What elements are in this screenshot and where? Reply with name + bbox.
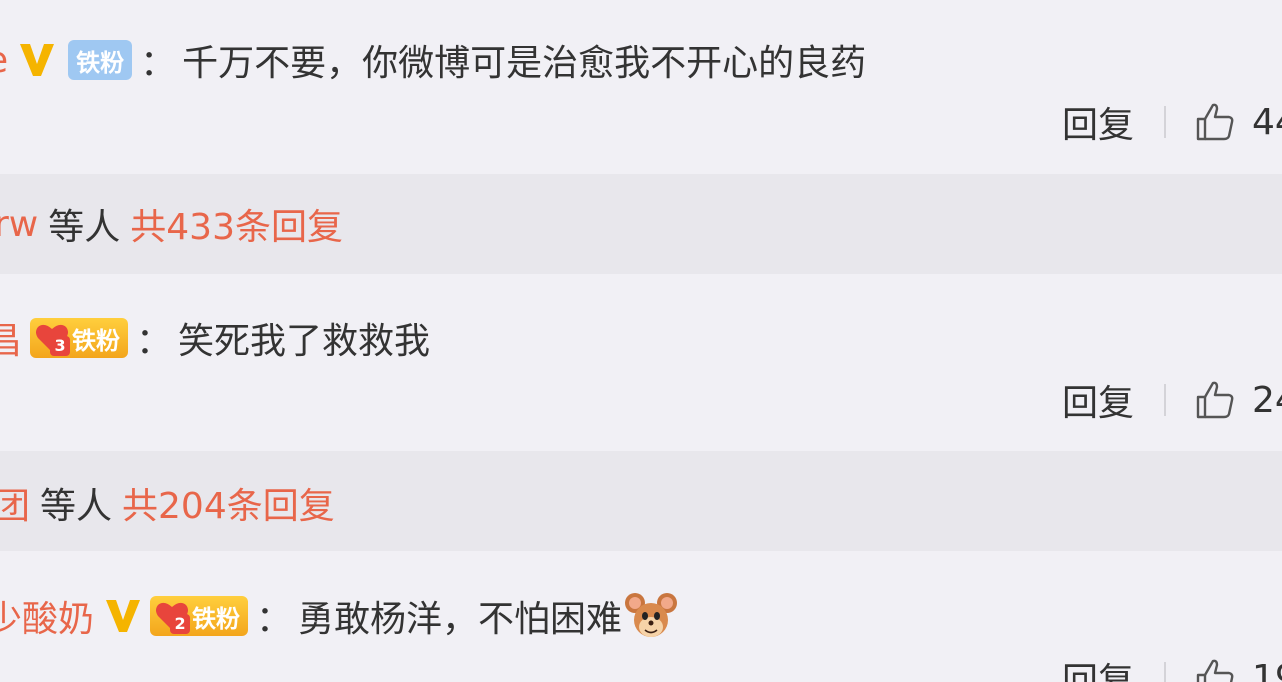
comment-text: 千万不要，你微博可是治愈我不开心的良药 bbox=[182, 43, 867, 84]
like-count: 24 bbox=[1252, 379, 1282, 421]
like-button[interactable]: 19 bbox=[1194, 657, 1282, 682]
comment-header: e 铁粉 ： 千万不要，你微博可是治愈我不开心的良药 bbox=[0, 30, 866, 90]
verified-v-icon bbox=[106, 600, 141, 632]
weibo-comment-list: e 铁粉 ： 千万不要，你微博可是治愈我不开心的良药 回复 44 rw 等人 共… bbox=[0, 0, 1282, 682]
reply-button[interactable]: 回复 bbox=[1062, 96, 1134, 148]
like-count: 19 bbox=[1252, 657, 1282, 682]
comment-header: 昌 3 铁粉 ： 笑死我了救救我 bbox=[0, 308, 430, 368]
reply-summary-bar: 团 等人 共204条回复 bbox=[0, 451, 1282, 551]
thumbs-up-icon bbox=[1196, 381, 1234, 419]
reply-summary-user[interactable]: rw bbox=[0, 204, 38, 245]
reply-summary-etc: 等人 bbox=[40, 486, 113, 527]
action-divider bbox=[1164, 106, 1167, 138]
fan-level: 3 bbox=[50, 336, 71, 356]
fan-badge[interactable]: 2 铁粉 bbox=[150, 596, 249, 636]
jerry-mouse-emoji-icon bbox=[625, 593, 678, 637]
comment-actions: 回复 44 bbox=[1062, 94, 1282, 150]
fan-badge[interactable]: 铁粉 bbox=[68, 40, 133, 80]
comment-text: 笑死我了救救我 bbox=[178, 321, 431, 362]
comment-text: 勇敢杨洋，不怕困难 bbox=[298, 599, 623, 640]
like-count: 44 bbox=[1252, 101, 1282, 143]
thumbs-up-icon bbox=[1196, 103, 1234, 141]
reply-button[interactable]: 回复 bbox=[1062, 652, 1134, 682]
comment-username[interactable]: 昌 bbox=[0, 312, 22, 364]
reply-summary: rw 等人 共433条回复 bbox=[0, 194, 343, 254]
comment-actions: 回复 24 bbox=[1062, 372, 1282, 428]
verified-v-icon bbox=[20, 44, 55, 76]
comment-colon: ： bbox=[256, 599, 293, 640]
fan-badge-label: 铁粉 bbox=[72, 326, 121, 355]
fan-level-icon: 3 bbox=[34, 320, 71, 356]
action-divider bbox=[1164, 662, 1167, 682]
comment-actions: 回复 19 bbox=[1062, 650, 1282, 682]
action-divider bbox=[1164, 384, 1167, 416]
reply-summary-bar: rw 等人 共433条回复 bbox=[0, 174, 1282, 274]
fan-badge[interactable]: 3 铁粉 bbox=[30, 318, 129, 358]
fan-level: 2 bbox=[170, 614, 191, 634]
comment-username[interactable]: 少酸奶 bbox=[0, 590, 94, 642]
reply-summary-total-link[interactable]: 共204条回复 bbox=[122, 477, 335, 529]
comment-colon: ： bbox=[140, 43, 177, 84]
comment-header: 少酸奶 2 铁粉 ： 勇敢杨洋，不怕困难 bbox=[0, 586, 678, 646]
reply-summary: 团 等人 共204条回复 bbox=[0, 473, 335, 533]
thumbs-up-icon bbox=[1196, 659, 1234, 682]
fan-level-icon: 2 bbox=[154, 598, 191, 634]
fan-badge-label: 铁粉 bbox=[192, 604, 241, 633]
comment-colon: ： bbox=[136, 321, 173, 362]
like-button[interactable]: 24 bbox=[1194, 379, 1282, 421]
like-button[interactable]: 44 bbox=[1194, 101, 1282, 143]
reply-button[interactable]: 回复 bbox=[1062, 374, 1134, 426]
reply-summary-etc: 等人 bbox=[48, 207, 121, 248]
reply-summary-user[interactable]: 团 bbox=[0, 477, 30, 529]
comment-username[interactable]: e bbox=[0, 40, 8, 81]
reply-summary-total-link[interactable]: 共433条回复 bbox=[130, 198, 343, 250]
